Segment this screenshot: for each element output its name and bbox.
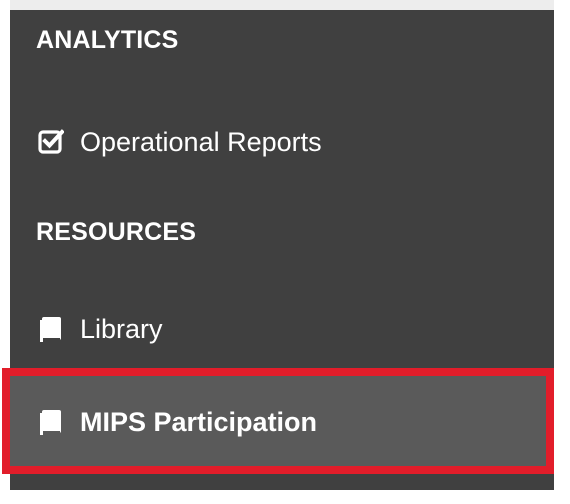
sidebar-item-label: Library — [80, 313, 163, 344]
sidebar-item-operational-reports[interactable]: Operational Reports — [10, 116, 554, 168]
checkbox-icon — [36, 127, 66, 157]
sidebar-nav: ANALYTICS Operational Reports RESOURCES … — [10, 10, 554, 490]
top-edge-shade — [10, 0, 554, 10]
book-icon — [36, 407, 66, 437]
section-header-resources: RESOURCES — [36, 218, 197, 246]
page-background-edge — [554, 0, 570, 504]
sidebar-item-mips-participation[interactable]: MIPS Participation — [10, 374, 554, 470]
sidebar-item-library[interactable]: Library — [10, 303, 554, 355]
sidebar-item-label: Operational Reports — [80, 126, 322, 157]
sidebar-item-label: MIPS Participation — [80, 406, 318, 437]
section-header-analytics: ANALYTICS — [36, 26, 179, 54]
book-icon — [36, 314, 66, 344]
